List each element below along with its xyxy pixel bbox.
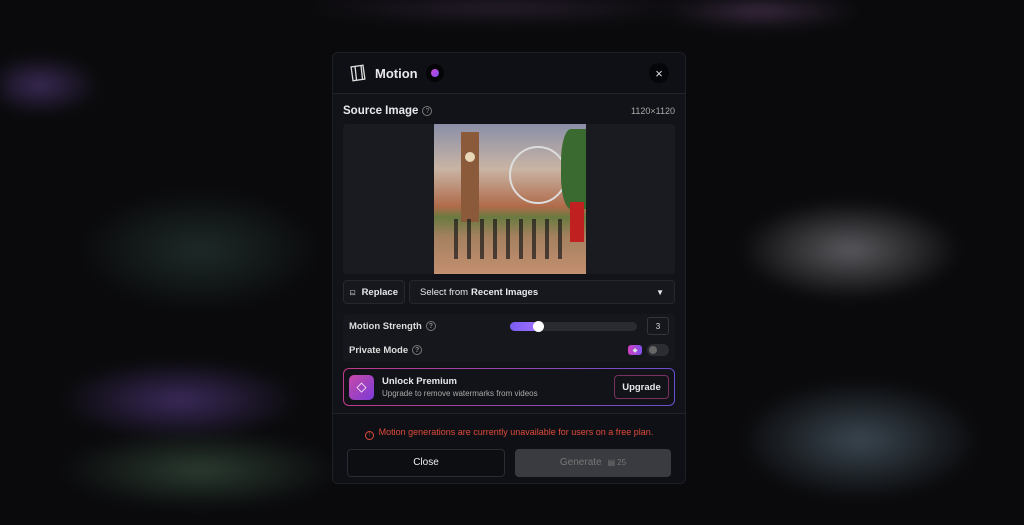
motion-strength-label: Motion Strength bbox=[349, 320, 422, 332]
source-image-label: Source Image bbox=[343, 105, 419, 117]
error-text: Motion generations are currently unavail… bbox=[378, 427, 654, 437]
premium-gem-icon: ◆ bbox=[628, 345, 642, 355]
credit-cost: 25 bbox=[617, 458, 627, 467]
modal-title: Motion bbox=[375, 65, 418, 81]
recent-images-dropdown[interactable]: Select from Recent Images ▼ bbox=[409, 280, 675, 304]
film-icon bbox=[350, 64, 366, 82]
caret-down-icon: ▼ bbox=[656, 287, 664, 297]
credits-icon: ▤ bbox=[607, 458, 616, 467]
motion-strength-slider[interactable] bbox=[510, 320, 637, 332]
diamond-icon: ◇ bbox=[349, 374, 374, 400]
replace-label: Replace bbox=[361, 286, 398, 298]
error-message: ! Motion generations are currently unavai… bbox=[333, 427, 685, 440]
settings-panel: Motion Strength? 3 Private Mode? ◆ bbox=[343, 314, 675, 362]
select-prefix: Select from bbox=[420, 286, 469, 298]
image-icon bbox=[350, 289, 356, 295]
modal-header: Motion × bbox=[333, 53, 685, 94]
modal-footer: ! Motion generations are currently unavai… bbox=[333, 413, 685, 483]
premium-subtitle: Upgrade to remove watermarks from videos bbox=[382, 389, 538, 398]
motion-strength-input[interactable]: 3 bbox=[647, 317, 669, 335]
help-icon[interactable]: ? bbox=[425, 321, 436, 331]
motion-modal: Motion × Source Image ? 1120×1120 Replac… bbox=[332, 52, 686, 484]
generate-label: Generate bbox=[559, 457, 602, 468]
premium-title: Unlock Premium bbox=[382, 376, 457, 387]
premium-banner: ◇ Unlock Premium Upgrade to remove waterm… bbox=[343, 368, 675, 406]
image-dimensions: 1120×1120 bbox=[631, 106, 675, 116]
generate-button[interactable]: Generate ▤ 25 bbox=[515, 448, 671, 477]
select-bold: Recent Images bbox=[471, 286, 539, 298]
slider-handle[interactable] bbox=[532, 320, 544, 332]
help-badge[interactable] bbox=[425, 64, 444, 82]
source-photo bbox=[434, 124, 586, 274]
close-icon[interactable]: × bbox=[649, 63, 669, 83]
replace-button[interactable]: Replace bbox=[343, 280, 405, 304]
alert-icon: ! bbox=[364, 430, 374, 440]
close-button[interactable]: Close bbox=[347, 448, 505, 477]
private-mode-label: Private Mode bbox=[349, 344, 409, 356]
image-preview bbox=[343, 124, 675, 274]
help-icon[interactable]: ? bbox=[412, 345, 423, 355]
help-icon[interactable]: ? bbox=[422, 106, 433, 116]
upgrade-button[interactable]: Upgrade bbox=[614, 375, 669, 399]
private-mode-toggle[interactable] bbox=[647, 344, 669, 356]
